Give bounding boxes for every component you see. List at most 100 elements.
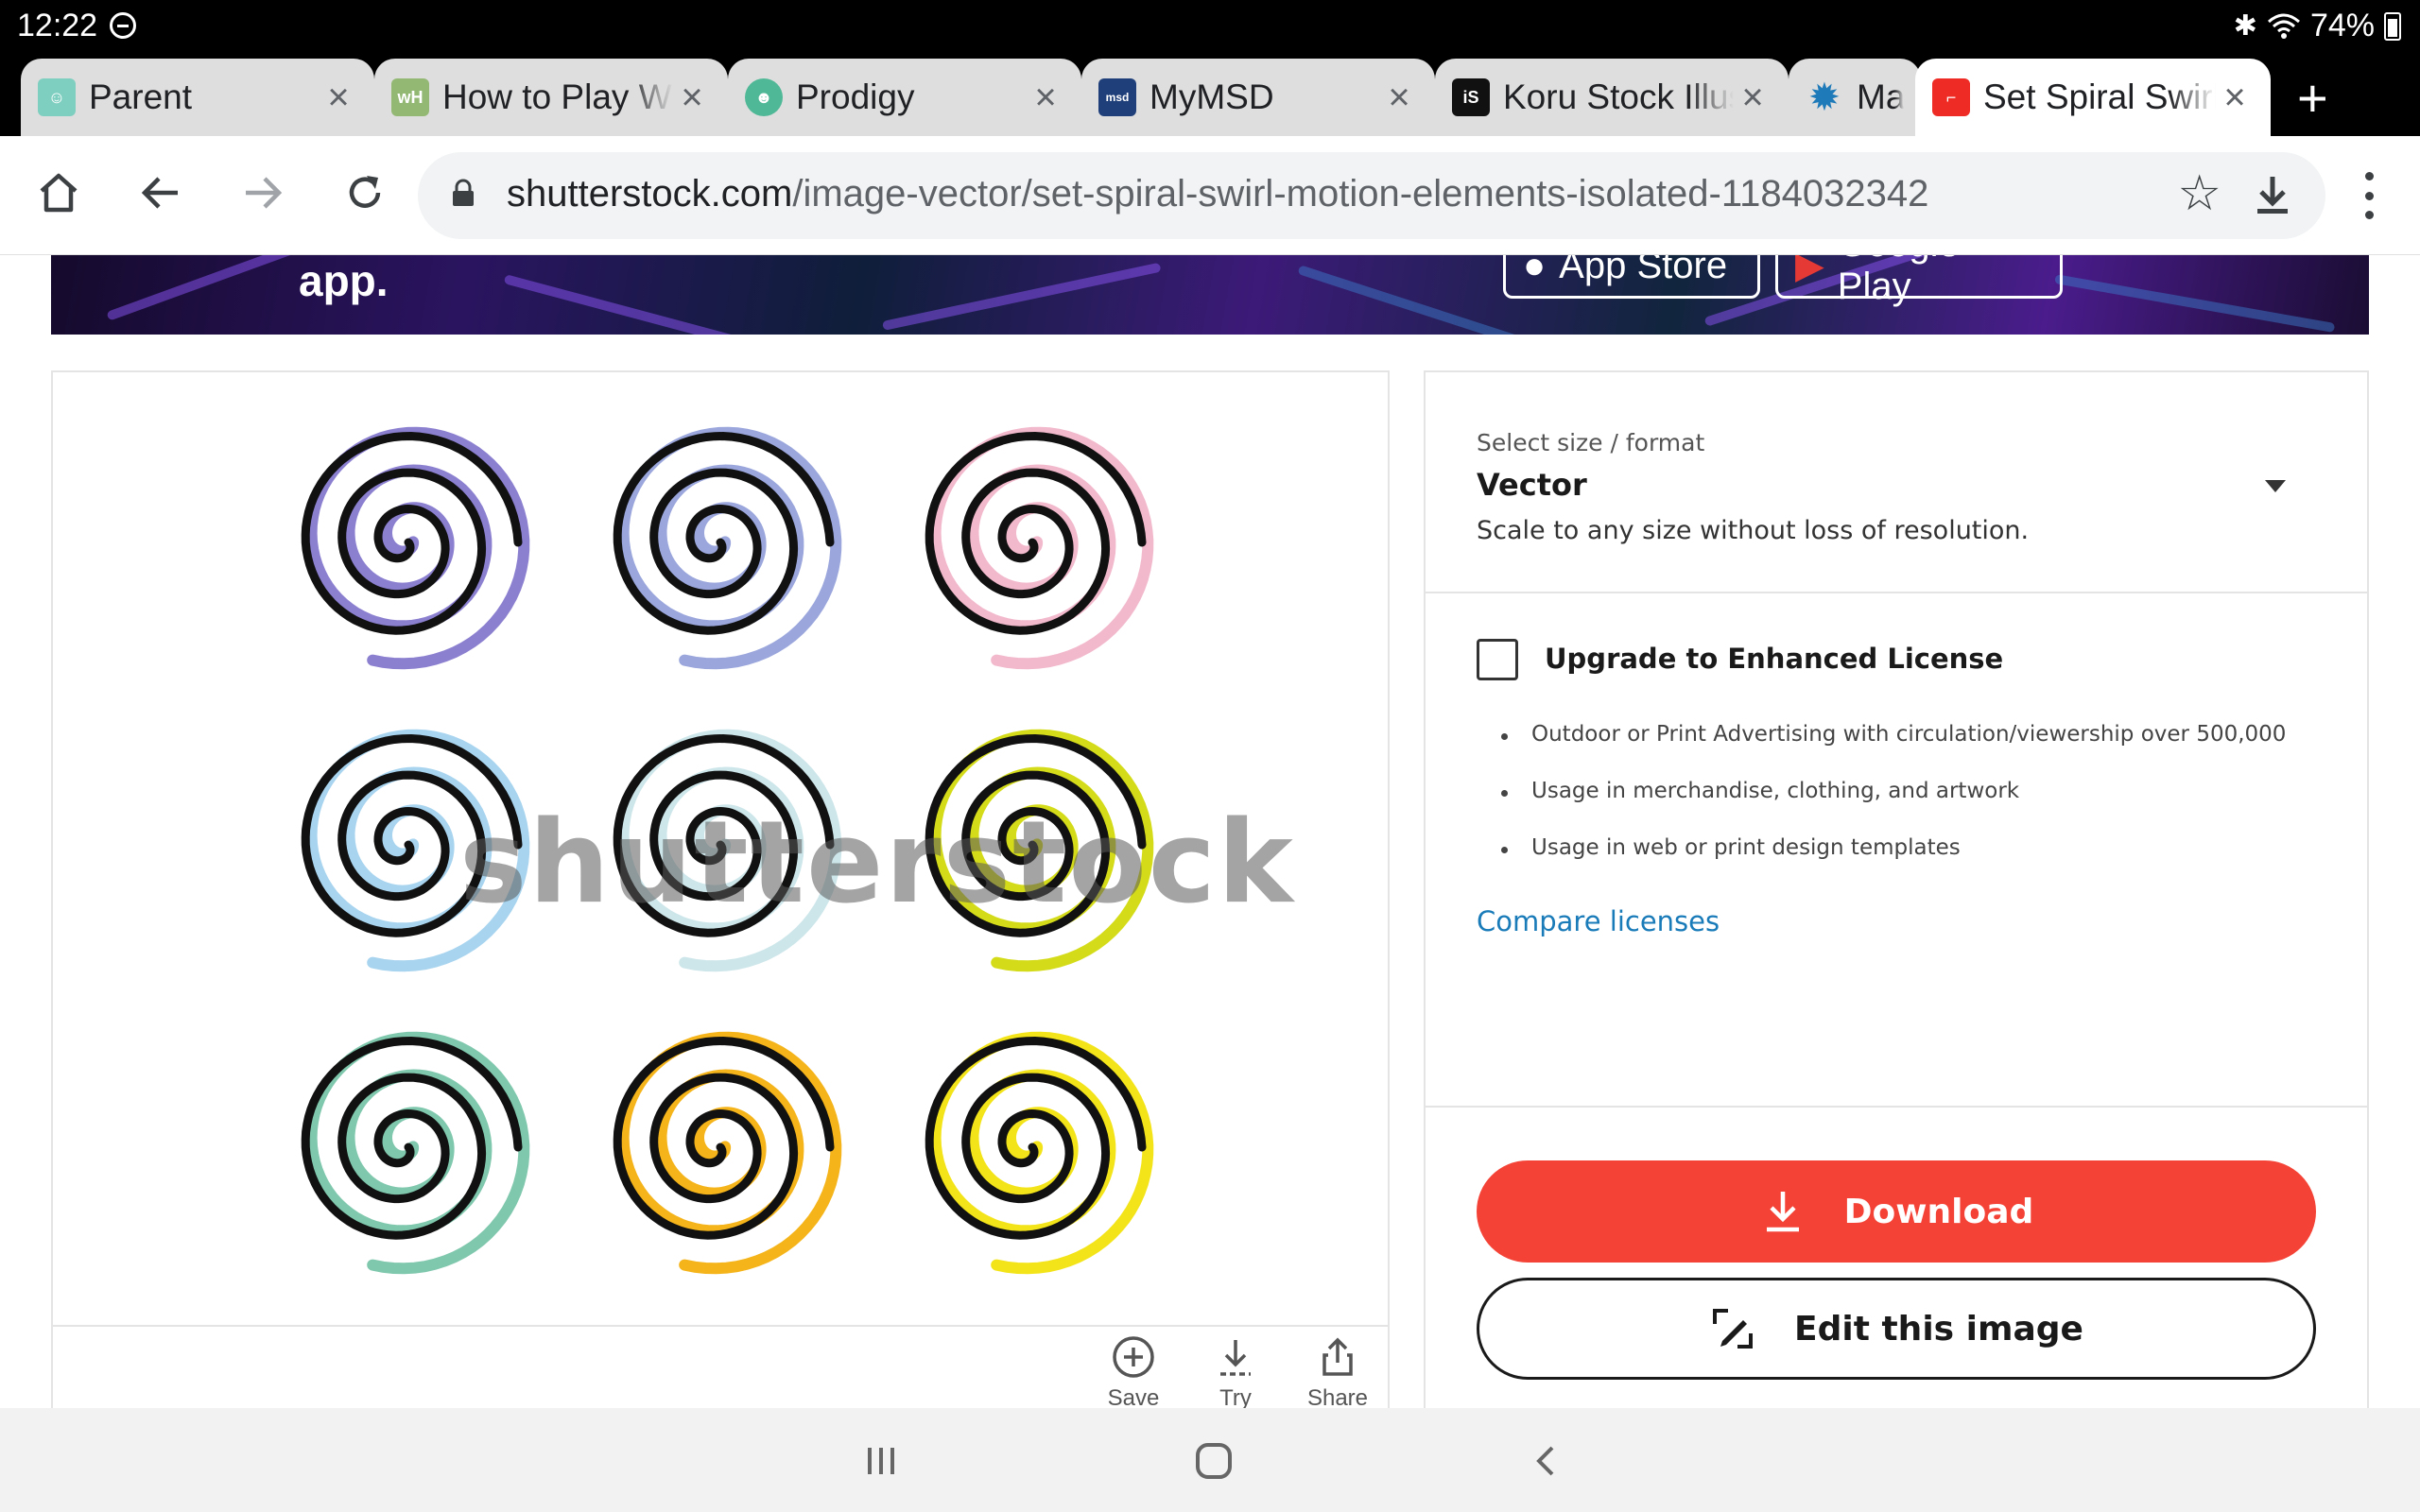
reload-button[interactable] bbox=[337, 164, 393, 221]
system-nav-bar bbox=[0, 1408, 2420, 1512]
back-button[interactable] bbox=[132, 164, 189, 221]
home-icon bbox=[40, 173, 78, 213]
browser-toolbar: shutterstock.com/image-vector/set-spiral… bbox=[0, 136, 2420, 255]
close-tab-icon[interactable]: × bbox=[1734, 77, 1772, 119]
tab-set-spiral-swirl[interactable]: ⌐ Set Spiral Swirl × bbox=[1915, 59, 2271, 136]
mymsd-icon: msd bbox=[1098, 78, 1136, 116]
arrow-left-icon bbox=[141, 177, 178, 209]
banner-text: app. bbox=[299, 256, 389, 305]
share-button[interactable]: Share bbox=[1286, 1334, 1390, 1412]
spiral bbox=[301, 426, 530, 670]
format-description: Scale to any size without loss of resolu… bbox=[1477, 516, 2030, 545]
more-options-icon[interactable] bbox=[2360, 172, 2378, 219]
add-circle-icon bbox=[1113, 1336, 1154, 1378]
edit-image-button[interactable]: Edit this image bbox=[1477, 1278, 2316, 1380]
chevron-left-icon bbox=[1536, 1446, 1554, 1476]
tab-mymsd[interactable]: msd MyMSD × bbox=[1081, 59, 1435, 136]
forward-button[interactable] bbox=[234, 164, 291, 221]
download-arrow-icon bbox=[1220, 1340, 1251, 1376]
home-circle-icon bbox=[1196, 1443, 1232, 1479]
spiral bbox=[925, 426, 1154, 670]
tab-title: How to Play Wi bbox=[442, 77, 673, 116]
bookmark-star-icon[interactable]: ☆ bbox=[2177, 165, 2221, 222]
wifi-icon bbox=[2267, 13, 2300, 39]
edit-label: Edit this image bbox=[1794, 1309, 2083, 1349]
close-tab-icon[interactable]: × bbox=[320, 77, 357, 119]
size-format-label: Select size / format bbox=[1477, 429, 1705, 456]
try-button[interactable]: Try bbox=[1184, 1334, 1288, 1412]
tab-mar[interactable]: ✹ Mar bbox=[1789, 59, 1921, 136]
dropdown-caret-icon bbox=[2265, 480, 2286, 492]
back-nav-button[interactable] bbox=[1518, 1435, 1575, 1487]
wikihow-icon: wH bbox=[391, 78, 429, 116]
app-store-button[interactable]: ● App Store bbox=[1503, 255, 1760, 299]
apple-icon: ● bbox=[1523, 255, 1547, 286]
google-play-button[interactable]: ▶ Google Play bbox=[1775, 255, 2063, 307]
enhanced-license-label[interactable]: Upgrade to Enhanced License bbox=[1545, 643, 2003, 675]
status-icons: ✱ 74% bbox=[2234, 8, 2401, 44]
tab-title: Parent bbox=[89, 77, 193, 116]
app-promo-banner: app. ● App Store ▶ Google Play bbox=[51, 255, 2369, 335]
tab-title: Prodigy bbox=[796, 77, 915, 116]
do-not-disturb-icon bbox=[110, 12, 136, 39]
bluetooth-icon: ✱ bbox=[2233, 10, 2257, 42]
list-item: Usage in merchandise, clothing, and artw… bbox=[1501, 779, 2286, 835]
play-store-icon: ▶ bbox=[1795, 255, 1824, 286]
download-label: Download bbox=[1843, 1192, 2034, 1231]
compare-licenses-link[interactable]: Compare licenses bbox=[1477, 905, 1720, 937]
list-item: Outdoor or Print Advertising with circul… bbox=[1501, 722, 2286, 779]
istock-icon: iS bbox=[1452, 78, 1490, 116]
download-icon bbox=[1766, 1192, 1799, 1232]
tab-wikihow[interactable]: wH How to Play Wi × bbox=[374, 59, 728, 136]
close-tab-icon[interactable]: × bbox=[1380, 77, 1418, 119]
image-preview-panel: shutterstock Save Try Share bbox=[51, 370, 1390, 1412]
license-panel: Select size / format Vector Scale to any… bbox=[1424, 370, 2369, 1410]
arrow-right-icon bbox=[246, 177, 283, 209]
save-button[interactable]: Save bbox=[1081, 1334, 1185, 1412]
status-time: 12:22 bbox=[17, 8, 98, 43]
license-benefits-list: Outdoor or Print Advertising with circul… bbox=[1501, 722, 2286, 892]
size-format-selector[interactable]: Select size / format Vector Scale to any… bbox=[1426, 372, 2367, 592]
close-tab-icon[interactable]: × bbox=[2216, 77, 2254, 119]
lock-icon bbox=[453, 179, 474, 206]
shutterstock-icon: ⌐ bbox=[1932, 78, 1970, 116]
new-tab-button[interactable]: + bbox=[2297, 72, 2328, 125]
battery-percent: 74% bbox=[2309, 8, 2375, 43]
url-text[interactable]: shutterstock.com/image-vector/set-spiral… bbox=[507, 173, 1928, 215]
close-tab-icon[interactable]: × bbox=[673, 77, 711, 119]
close-tab-icon[interactable]: × bbox=[1027, 77, 1064, 119]
download-button[interactable]: Download bbox=[1477, 1160, 2316, 1263]
address-bar[interactable]: shutterstock.com/image-vector/set-spiral… bbox=[418, 152, 2325, 239]
try-label: Try bbox=[1219, 1385, 1252, 1411]
recent-apps-button[interactable] bbox=[853, 1435, 909, 1487]
tab-title: Koru Stock Illus bbox=[1503, 77, 1734, 116]
enhanced-license-checkbox[interactable] bbox=[1477, 639, 1518, 680]
download-page-icon[interactable] bbox=[2244, 167, 2301, 224]
watermark: shutterstock bbox=[459, 798, 1295, 929]
list-item: Usage in web or print design templates bbox=[1501, 835, 2286, 892]
app-store-label: App Store bbox=[1559, 255, 1728, 286]
tab-title: Set Spiral Swirl bbox=[1983, 77, 2216, 116]
tab-koru-stock[interactable]: iS Koru Stock Illus × bbox=[1435, 59, 1789, 136]
spiral bbox=[613, 1031, 842, 1275]
tab-title: MyMSD bbox=[1150, 77, 1274, 116]
save-label: Save bbox=[1107, 1385, 1160, 1411]
spiral bbox=[613, 426, 842, 670]
tab-title: Mar bbox=[1857, 77, 1904, 116]
edit-icon bbox=[1713, 1309, 1754, 1349]
home-button[interactable] bbox=[30, 164, 87, 221]
splash-icon: ✹ bbox=[1809, 77, 1840, 116]
tab-parent[interactable]: ☺ Parent × bbox=[21, 59, 374, 136]
share-icon bbox=[1322, 1337, 1353, 1376]
spiral bbox=[925, 1031, 1154, 1275]
prodigy-icon: ☻ bbox=[745, 78, 783, 116]
home-nav-button[interactable] bbox=[1185, 1435, 1242, 1487]
tab-strip: ☺ Parent × wH How to Play Wi × ☻ Prodigy… bbox=[0, 55, 2420, 136]
status-bar: 12:22 ✱ 74% bbox=[0, 0, 2420, 55]
recent-apps-icon bbox=[868, 1448, 894, 1474]
share-label: Share bbox=[1306, 1385, 1369, 1411]
tab-prodigy[interactable]: ☻ Prodigy × bbox=[728, 59, 1081, 136]
spiral bbox=[301, 1031, 530, 1275]
parent-app-icon: ☺ bbox=[38, 78, 76, 116]
format-value: Vector bbox=[1477, 467, 1587, 503]
